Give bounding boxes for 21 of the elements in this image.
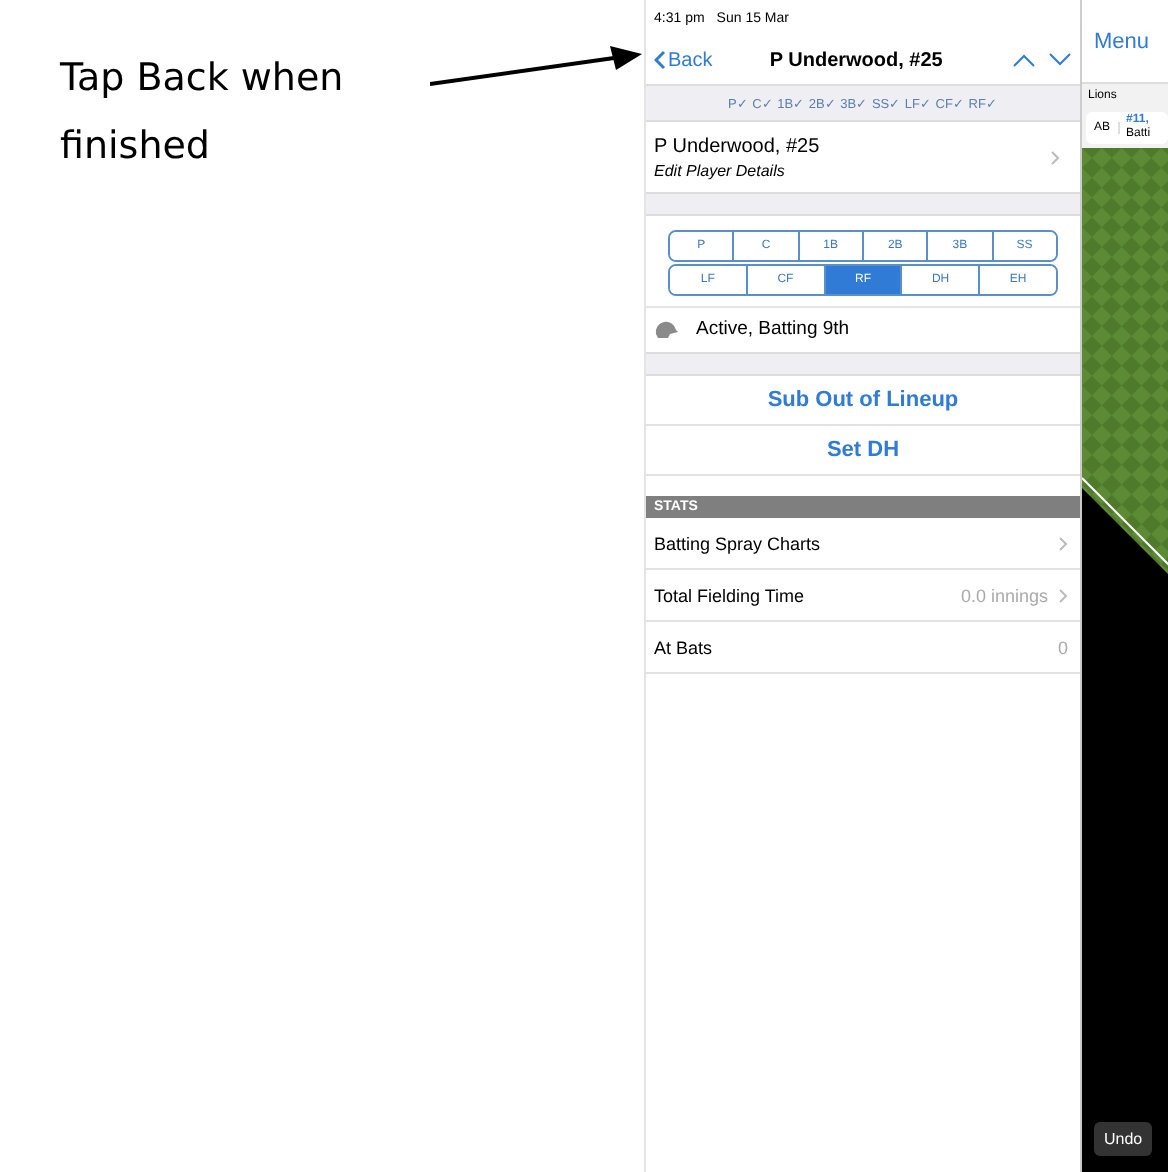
back-button[interactable]: Back: [654, 49, 713, 71]
stat-label: At Bats: [654, 637, 715, 657]
chevron-left-icon: [654, 50, 666, 70]
nav-title: P Underwood, #25: [767, 49, 945, 71]
helmet-icon: [654, 320, 680, 338]
action-button[interactable]: Sub Out of Lineup: [759, 384, 967, 416]
stat-label: Batting Spray Charts: [654, 533, 823, 553]
stat-value: 0.0 innings: [960, 585, 1048, 605]
player-subtitle: Edit Player Details: [654, 161, 787, 179]
undo-button[interactable]: Undo: [1094, 1122, 1153, 1156]
menu-button[interactable]: Menu: [1094, 29, 1150, 53]
player-status: Active, Batting 9th: [696, 318, 850, 340]
arrow-icon: [430, 44, 642, 92]
chevron-down-icon[interactable]: [1048, 52, 1072, 68]
chevron-up-icon[interactable]: [1012, 52, 1036, 68]
player-name[interactable]: P Underwood, #25: [654, 135, 820, 157]
stat-value: 0: [1057, 637, 1068, 657]
stat-label: Total Fielding Time: [654, 585, 807, 605]
chevron-right-icon: [1050, 149, 1060, 165]
action-button[interactable]: Set DH: [818, 434, 908, 466]
annotation-text: Tap Back when finished: [60, 54, 346, 172]
